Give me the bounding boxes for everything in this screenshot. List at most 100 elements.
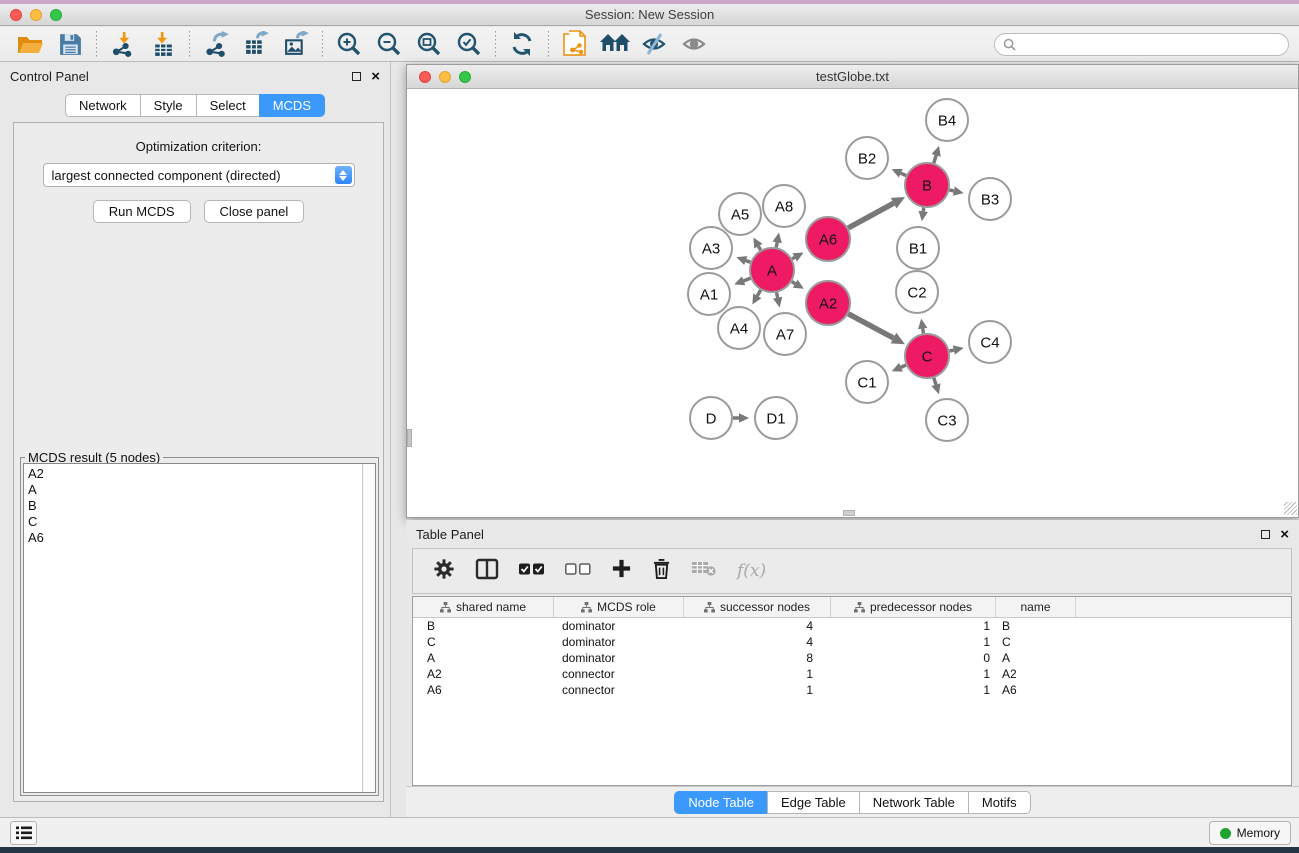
search-field[interactable] <box>994 33 1289 56</box>
add-row-button[interactable] <box>611 558 632 584</box>
criterion-dropdown[interactable]: largest connected component (directed) <box>43 163 355 187</box>
import-network-icon <box>110 31 137 58</box>
attribute-tree-icon <box>440 602 451 613</box>
svg-text:C2: C2 <box>907 284 926 301</box>
graph-node-C1[interactable]: C1 <box>846 361 888 403</box>
tab-style[interactable]: Style <box>140 94 197 117</box>
graph-node-B[interactable]: B <box>905 163 949 207</box>
graph-node-A8[interactable]: A8 <box>763 185 805 227</box>
node-table[interactable]: shared nameMCDS rolesuccessor nodesprede… <box>412 596 1292 786</box>
svg-text:D1: D1 <box>766 410 785 427</box>
export-image-button[interactable] <box>276 29 316 59</box>
graph-node-C2[interactable]: C2 <box>896 271 938 313</box>
open-session-button[interactable] <box>10 29 50 59</box>
float-panel-icon[interactable] <box>352 72 361 81</box>
result-scrollbar[interactable] <box>362 464 375 792</box>
network-canvas[interactable]: A A1 A2 A3 A4 A5 A6 A7 A8 B B1 B2 B3B4 C C1 C2 C3C4 D D1 <box>407 89 1298 516</box>
horizontal-scrollbar-thumb[interactable] <box>843 510 855 516</box>
graph-node-A1[interactable]: A1 <box>688 273 730 315</box>
table-row[interactable]: A6connector11A6 <box>413 682 1291 698</box>
optimization-criterion-label: Optimization criterion: <box>14 139 383 154</box>
network-graph[interactable]: A A1 A2 A3 A4 A5 A6 A7 A8 B B1 B2 B3B4 C C1 C2 C3C4 D D1 <box>407 89 1298 516</box>
tab-motifs[interactable]: Motifs <box>968 791 1031 814</box>
table-options-button[interactable] <box>433 558 455 585</box>
mcds-result-item[interactable]: C <box>28 514 362 530</box>
tab-edge-table[interactable]: Edge Table <box>767 791 860 814</box>
tab-network[interactable]: Network <box>65 94 141 117</box>
close-panel-icon[interactable]: × <box>371 69 380 84</box>
graph-node-A6[interactable]: A6 <box>806 217 850 261</box>
graph-node-C[interactable]: C <box>905 334 949 378</box>
run-mcds-button[interactable]: Run MCDS <box>93 200 191 223</box>
mcds-result-item[interactable]: A <box>28 482 362 498</box>
graph-node-B1[interactable]: B1 <box>897 227 939 269</box>
function-builder-button[interactable]: f(x) <box>737 561 766 581</box>
eye-icon <box>681 32 709 56</box>
graph-node-B3[interactable]: B3 <box>969 178 1011 220</box>
export-table-button[interactable] <box>236 29 276 59</box>
graph-node-D[interactable]: D <box>690 397 732 439</box>
network-window-titlebar[interactable]: testGlobe.txt <box>407 65 1298 89</box>
column-header-shared-name[interactable]: shared name <box>413 597 554 617</box>
graph-node-B4[interactable]: B4 <box>926 99 968 141</box>
graph-node-C4[interactable]: C4 <box>969 321 1011 363</box>
zoom-out-button[interactable] <box>369 29 409 59</box>
table-row[interactable]: Cdominator41C <box>413 634 1291 650</box>
table-row[interactable]: A2connector11A2 <box>413 666 1291 682</box>
column-header-MCDS-role[interactable]: MCDS role <box>554 597 684 617</box>
graph-node-D1[interactable]: D1 <box>755 397 797 439</box>
save-session-button[interactable] <box>50 29 90 59</box>
vertical-scrollbar-thumb[interactable] <box>407 429 412 447</box>
import-table-button[interactable] <box>143 29 183 59</box>
memory-button[interactable]: Memory <box>1209 821 1291 845</box>
zoom-in-button[interactable] <box>329 29 369 59</box>
mcds-result-list[interactable]: A2ABCA6 <box>23 463 376 793</box>
new-network-from-file-button[interactable] <box>555 29 595 59</box>
mcds-result-item[interactable]: A6 <box>28 530 362 546</box>
column-header-successor-nodes[interactable]: successor nodes <box>684 597 831 617</box>
zoom-fit-button[interactable] <box>409 29 449 59</box>
graph-node-A2[interactable]: A2 <box>806 281 850 325</box>
show-column-button[interactable] <box>475 558 499 585</box>
table-tabs-bar: Node TableEdge TableNetwork TableMotifs <box>406 786 1299 817</box>
export-network-button[interactable] <box>196 29 236 59</box>
graph-node-A5[interactable]: A5 <box>719 193 761 235</box>
search-input[interactable] <box>1021 38 1288 52</box>
tab-mcds[interactable]: MCDS <box>259 94 325 117</box>
select-all-icon <box>519 562 545 576</box>
deselect-all-button[interactable] <box>565 562 591 581</box>
hide-selected-button[interactable] <box>635 29 675 59</box>
resize-grip[interactable] <box>1284 502 1297 515</box>
mcds-result-item[interactable]: A2 <box>28 466 362 482</box>
home-button[interactable] <box>595 29 635 59</box>
mcds-result-item[interactable]: B <box>28 498 362 514</box>
tab-network-table[interactable]: Network Table <box>859 791 969 814</box>
delete-column-button[interactable] <box>691 560 717 582</box>
select-all-button[interactable] <box>519 562 545 581</box>
zoom-in-icon <box>335 30 363 58</box>
graph-node-B2[interactable]: B2 <box>846 137 888 179</box>
import-network-button[interactable] <box>103 29 143 59</box>
graph-node-A4[interactable]: A4 <box>718 307 760 349</box>
export-network-icon <box>203 31 230 58</box>
show-all-button[interactable] <box>675 29 715 59</box>
tab-node-table[interactable]: Node Table <box>674 791 768 814</box>
graph-node-A3[interactable]: A3 <box>690 227 732 269</box>
table-row[interactable]: Bdominator41B <box>413 618 1291 634</box>
column-header-name[interactable]: name <box>996 597 1076 617</box>
graph-node-A7[interactable]: A7 <box>764 313 806 355</box>
zoom-selected-button[interactable] <box>449 29 489 59</box>
tab-select[interactable]: Select <box>196 94 260 117</box>
close-table-panel-icon[interactable]: × <box>1280 527 1289 542</box>
control-panel-header: Control Panel × <box>0 62 390 90</box>
refresh-button[interactable] <box>502 29 542 59</box>
float-table-panel-icon[interactable] <box>1261 530 1270 539</box>
graph-node-C3[interactable]: C3 <box>926 399 968 441</box>
close-panel-button[interactable]: Close panel <box>204 200 305 223</box>
svg-text:B2: B2 <box>858 150 876 167</box>
task-history-button[interactable] <box>10 821 37 845</box>
table-row[interactable]: Adominator80A <box>413 650 1291 666</box>
column-header-predecessor-nodes[interactable]: predecessor nodes <box>831 597 996 617</box>
delete-row-button[interactable] <box>652 558 671 585</box>
graph-node-A[interactable]: A <box>750 248 794 292</box>
